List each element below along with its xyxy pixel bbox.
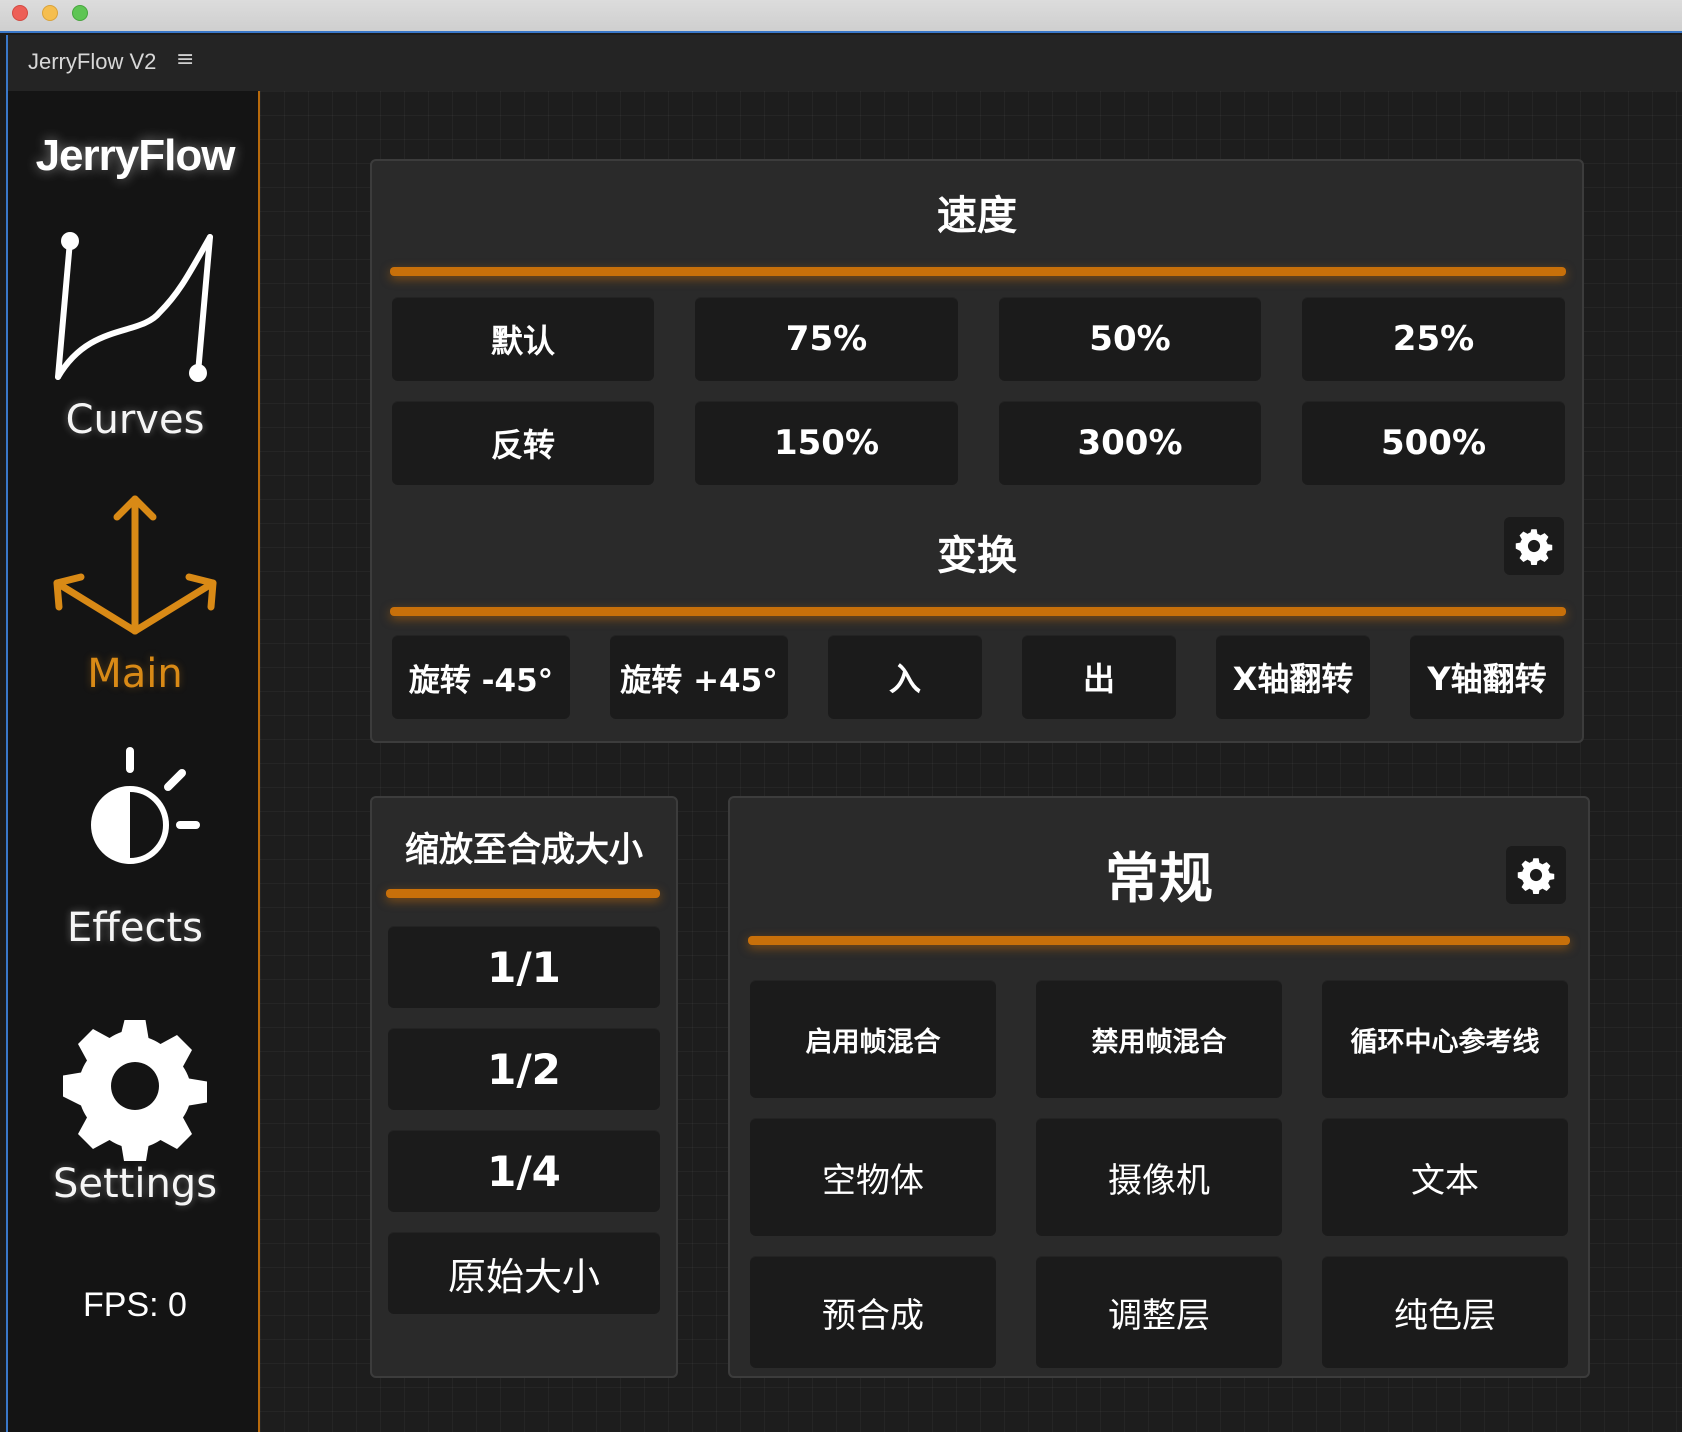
solid-layer-button[interactable]: 纯色层 (1322, 1256, 1568, 1368)
scale-title: 缩放至合成大小 (405, 830, 643, 870)
speed-divider (390, 267, 1566, 276)
panel-menu-icon[interactable]: ≡ (176, 47, 194, 72)
flip-y-button[interactable]: Y轴翻转 (1410, 635, 1564, 719)
adjustment-layer-button[interactable]: 调整层 (1036, 1256, 1282, 1368)
transform-settings-button[interactable] (1504, 517, 1564, 575)
text-layer-button[interactable]: 文本 (1322, 1118, 1568, 1236)
brand-logo: JerryFlow (35, 131, 236, 180)
nav-label: Effects (67, 905, 203, 951)
speed-300-button[interactable]: 300% (999, 401, 1261, 485)
camera-button[interactable]: 摄像机 (1036, 1118, 1282, 1236)
nav-label: Settings (52, 1161, 218, 1207)
rotate-plus-45-button[interactable]: 旋转 +45° (610, 635, 788, 719)
main-area: 速度 默认 75% 50% 25% 反转 150% 300% 500% 变换 旋… (260, 91, 1682, 1432)
transform-title: 变换 (937, 533, 1017, 579)
speed-25-button[interactable]: 25% (1302, 297, 1565, 381)
flip-x-button[interactable]: X轴翻转 (1216, 635, 1370, 719)
general-card: 常规 启用帧混合 禁用帧混合 循环中心参考线 空物体 摄像机 文本 预合成 调整… (728, 796, 1590, 1378)
general-divider (748, 936, 1570, 945)
nav-settings[interactable]: Settings (8, 1011, 262, 1207)
general-settings-button[interactable] (1506, 846, 1566, 904)
nav-effects[interactable]: Effects (8, 745, 262, 951)
zoom-window-button[interactable] (72, 5, 88, 21)
sidebar: JerryFlow Curves Main Effects Settings F… (6, 91, 260, 1432)
speed-500-button[interactable]: 500% (1302, 401, 1565, 485)
scale-divider (386, 889, 660, 898)
curve-icon (55, 232, 213, 382)
os-title-bar (0, 0, 1682, 33)
gear-icon (1517, 858, 1555, 894)
speed-title: 速度 (937, 193, 1017, 239)
transform-arrows-icon (53, 495, 217, 635)
enable-frame-blend-button[interactable]: 启用帧混合 (750, 980, 996, 1098)
nav-label: Curves (65, 397, 205, 443)
precompose-button[interactable]: 预合成 (750, 1256, 996, 1368)
cycle-center-guide-button[interactable]: 循环中心参考线 (1322, 980, 1568, 1098)
scale-1-4-button[interactable]: 1/4 (388, 1130, 660, 1212)
fps-counter: FPS: 0 (83, 1286, 187, 1324)
close-window-button[interactable] (12, 5, 28, 21)
disable-frame-blend-button[interactable]: 禁用帧混合 (1036, 980, 1282, 1098)
speed-150-button[interactable]: 150% (695, 401, 958, 485)
panel-title: JerryFlow V2 (28, 49, 157, 74)
scale-card: 缩放至合成大小 1/1 1/2 1/4 原始大小 (370, 796, 678, 1378)
half-moon-brightness-icon (91, 747, 200, 864)
general-title: 常规 (1105, 847, 1213, 910)
ease-out-button[interactable]: 出 (1022, 635, 1176, 719)
gear-icon (63, 1020, 207, 1161)
nav-main[interactable]: Main (8, 491, 262, 697)
transform-divider (390, 607, 1566, 616)
null-object-button[interactable]: 空物体 (750, 1118, 996, 1236)
speed-75-button[interactable]: 75% (695, 297, 958, 381)
speed-reverse-button[interactable]: 反转 (392, 401, 654, 485)
scale-1-1-button[interactable]: 1/1 (388, 926, 660, 1008)
panel-header: JerryFlow V2 ≡ (6, 35, 1682, 91)
speed-default-button[interactable]: 默认 (392, 297, 654, 381)
speed-transform-card: 速度 默认 75% 50% 25% 反转 150% 300% 500% 变换 旋… (370, 159, 1584, 743)
nav-label: Main (87, 651, 183, 697)
speed-50-button[interactable]: 50% (999, 297, 1261, 381)
scale-1-2-button[interactable]: 1/2 (388, 1028, 660, 1110)
scale-original-button[interactable]: 原始大小 (388, 1232, 660, 1314)
nav-curves[interactable]: Curves (8, 227, 262, 443)
rotate-minus-45-button[interactable]: 旋转 -45° (392, 635, 570, 719)
gear-icon (1515, 529, 1553, 565)
minimize-window-button[interactable] (42, 5, 58, 21)
ease-in-button[interactable]: 入 (828, 635, 982, 719)
